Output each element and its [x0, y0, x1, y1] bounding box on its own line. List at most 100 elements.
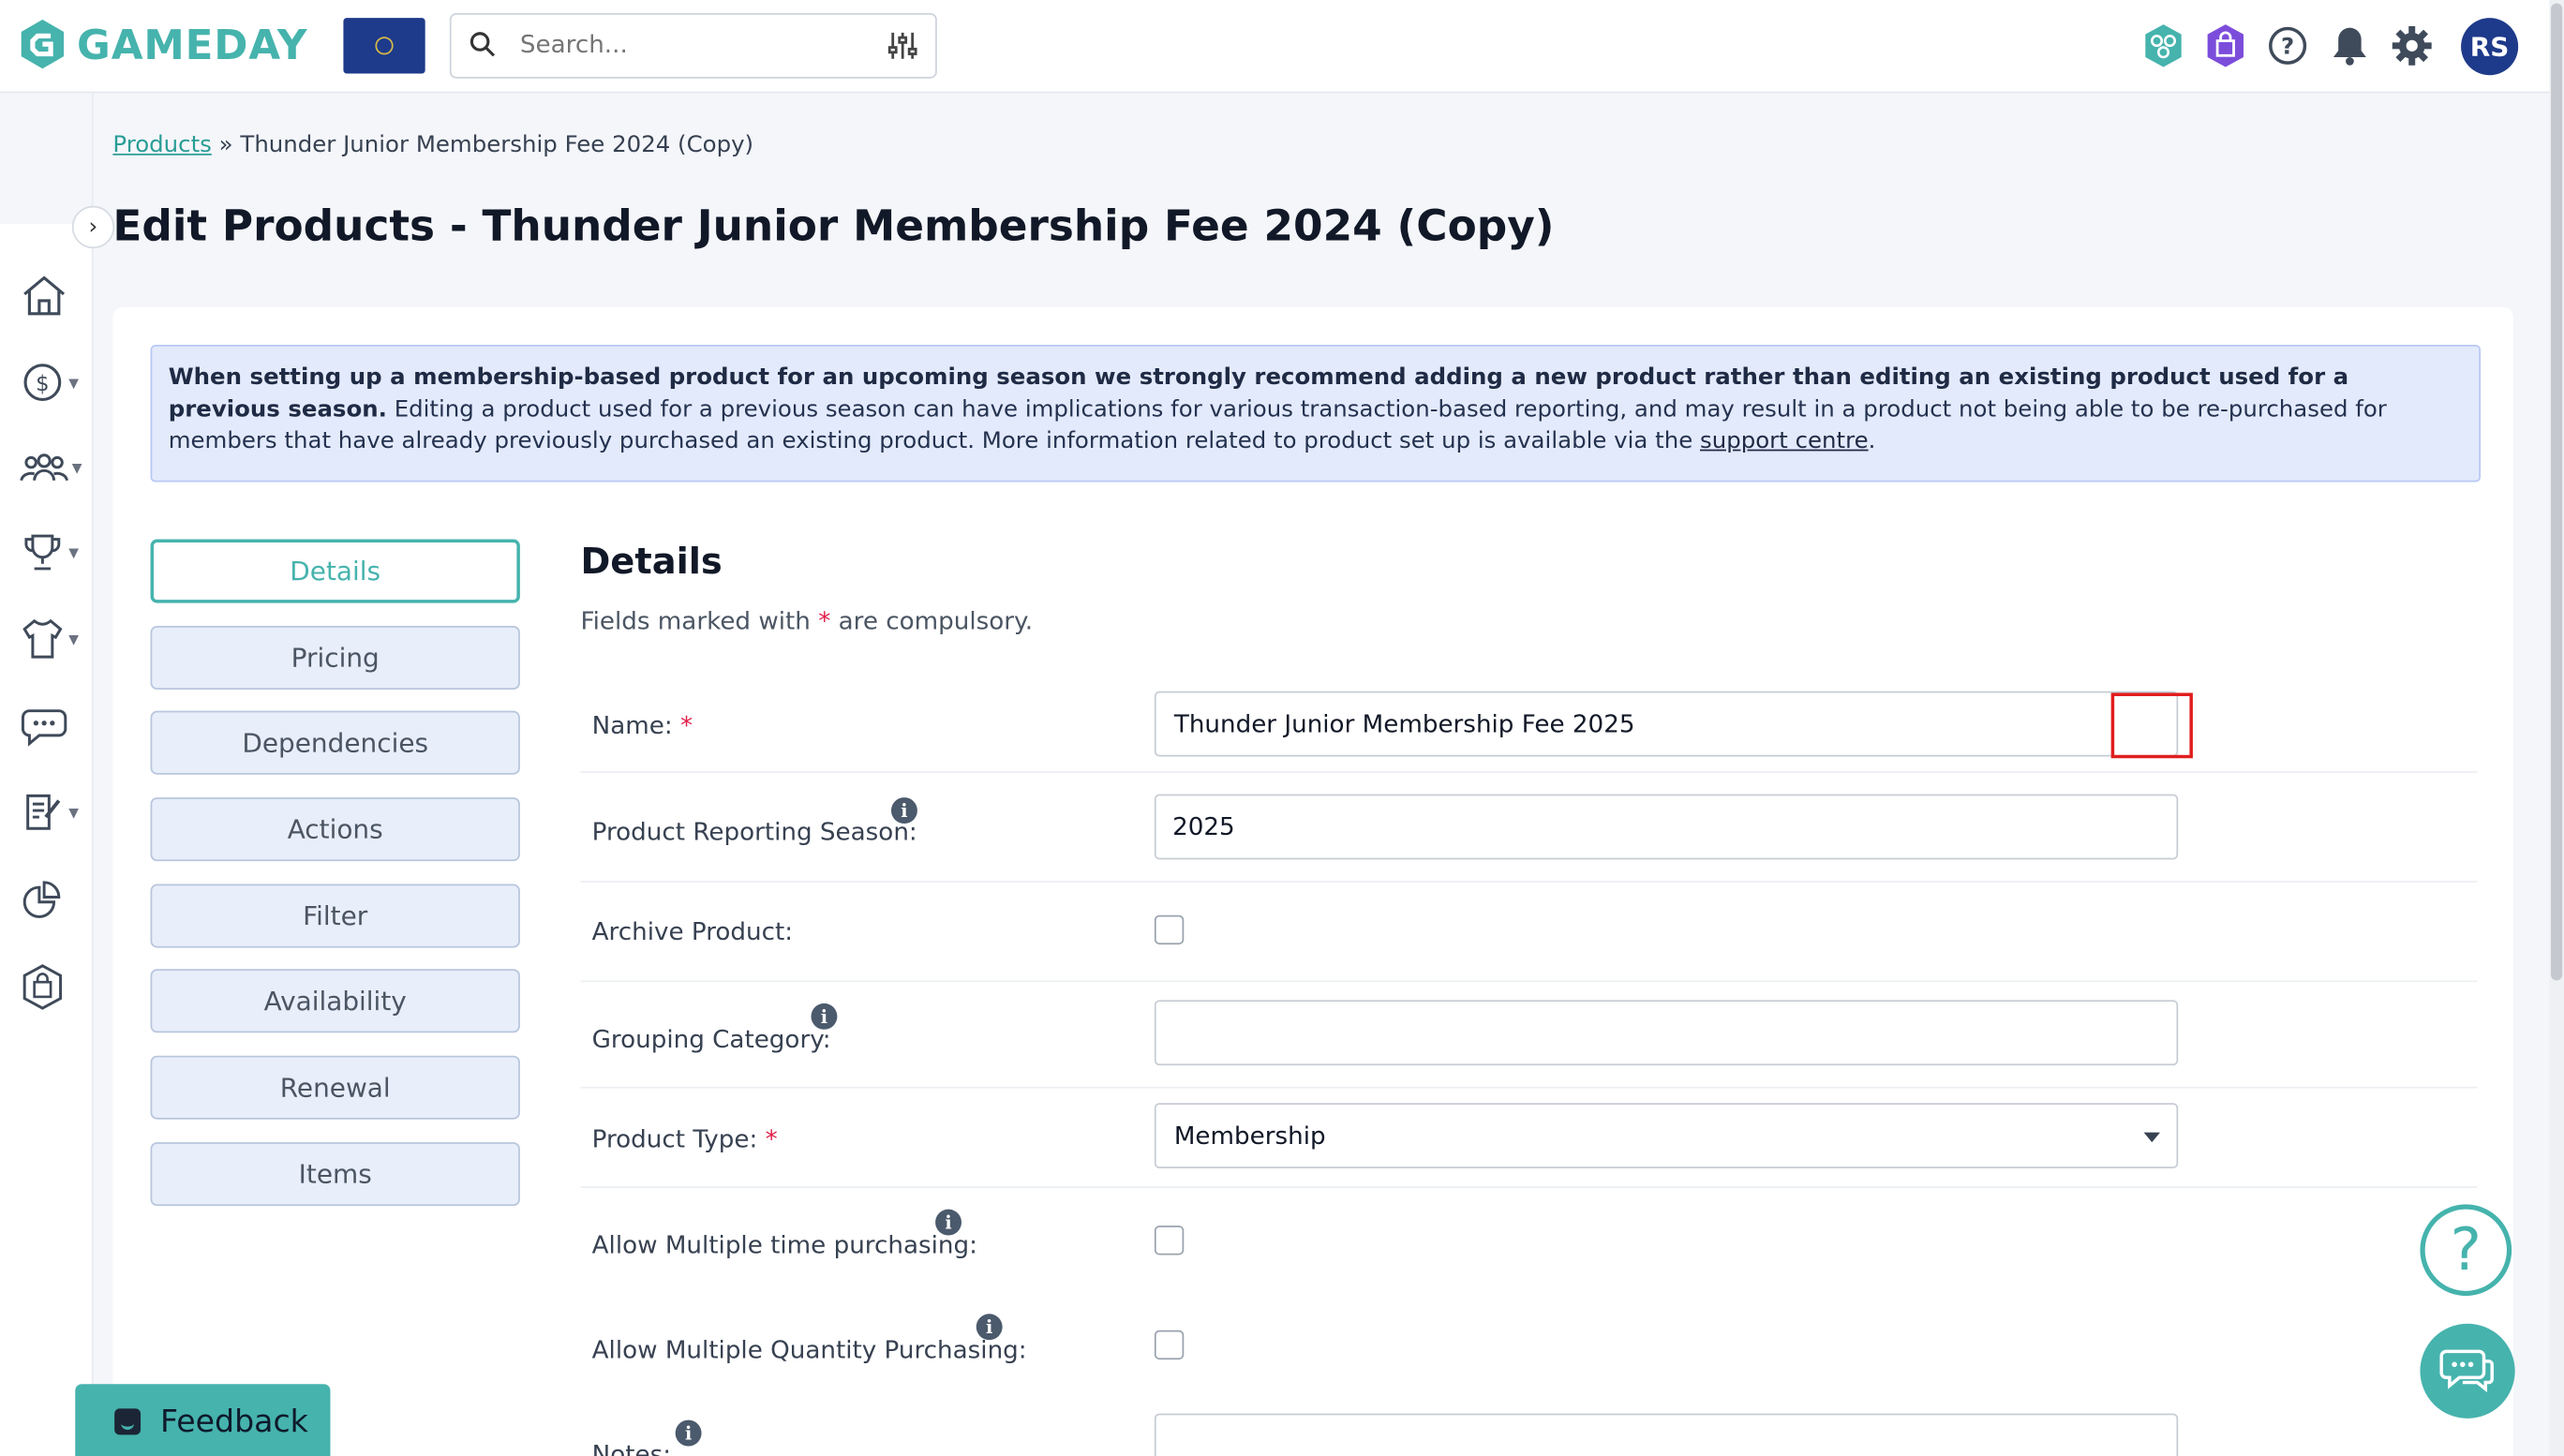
dollar-icon: $ [23, 364, 62, 402]
multi-time-checkbox[interactable] [1154, 1226, 1185, 1255]
header-actions: ? RS [2140, 16, 2519, 75]
shop-bag-icon[interactable] [2202, 16, 2248, 75]
nav-reports[interactable] [20, 876, 85, 925]
chat-icon [2439, 1349, 2494, 1393]
nav-finance[interactable]: $ ▼ [20, 358, 85, 407]
expand-nav-button[interactable]: › [71, 205, 115, 249]
section-title: Details [580, 542, 723, 584]
page-title: Edit Products - Thunder Junior Membershi… [112, 202, 1555, 252]
form-row-grouping: Grouping Category: i [580, 980, 2478, 1089]
user-avatar[interactable]: RS [2461, 17, 2519, 75]
breadcrumb: Products » Thunder Junior Membership Fee… [112, 132, 753, 158]
archive-checkbox[interactable] [1154, 914, 1185, 945]
pie-chart-icon [22, 881, 61, 918]
notes-textarea[interactable] [1154, 1413, 2179, 1456]
tab-items[interactable]: Items [150, 1141, 520, 1206]
compulsory-note-after: are compulsory. [830, 606, 1034, 636]
svg-text:?: ? [2281, 33, 2294, 60]
multi-qty-label: Allow Multiple Quantity Purchasing: [591, 1334, 1027, 1365]
section-tabs: Details Pricing Dependencies Actions Fil… [150, 539, 524, 1228]
notice-end: . [1868, 427, 1876, 454]
nav-members[interactable]: ▼ [20, 443, 85, 492]
form-row-type: Product Type: * Membership [580, 1087, 2478, 1188]
search-icon [470, 32, 496, 57]
nav-home[interactable] [20, 272, 85, 320]
info-icon[interactable]: i [811, 1003, 838, 1030]
logo-text: GAMEDAY [77, 20, 308, 68]
caret-down-icon: ▼ [68, 375, 80, 390]
season-input[interactable]: 2025 [1154, 794, 2179, 860]
tab-renewal[interactable]: Renewal [150, 1055, 520, 1120]
breadcrumb-products-link[interactable]: Products [112, 132, 211, 158]
product-type-select[interactable]: Membership [1154, 1103, 2179, 1169]
required-star: * [765, 1123, 778, 1154]
gameday-logo[interactable]: GAMEDAY [18, 18, 307, 70]
archive-label: Archive Product: [591, 916, 794, 946]
caret-down-icon: ▼ [68, 804, 80, 820]
gear-icon[interactable] [2389, 16, 2435, 75]
form-edit-icon [26, 794, 61, 830]
breadcrumb-current: Thunder Junior Membership Fee 2024 (Copy… [240, 132, 754, 159]
grouping-input[interactable] [1154, 1000, 2179, 1066]
compulsory-note: Fields marked with * are compulsory. [580, 606, 1033, 635]
required-star: * [818, 606, 831, 636]
form-row-notes: Notes: i [580, 1395, 2477, 1456]
caret-down-icon: ▼ [71, 459, 82, 475]
tab-details[interactable]: Details [150, 539, 520, 603]
notes-label: Notes: [591, 1439, 672, 1456]
jersey-icon [22, 618, 63, 659]
feedback-label: Feedback [160, 1404, 308, 1440]
tab-availability[interactable]: Availability [150, 970, 520, 1034]
caret-down-icon [2143, 1132, 2161, 1143]
nav-teams[interactable]: ▼ [20, 615, 85, 663]
tab-filter[interactable]: Filter [150, 884, 520, 948]
smiley-icon [114, 1408, 142, 1435]
info-icon[interactable]: i [935, 1209, 962, 1236]
info-notice: When setting up a membership-based produ… [150, 345, 2482, 483]
tab-dependencies[interactable]: Dependencies [150, 711, 520, 776]
top-bar: GAMEDAY ? [0, 0, 2564, 94]
scrollbar-thumb[interactable] [2551, 3, 2563, 981]
support-centre-link[interactable]: support centre [1700, 428, 1869, 454]
bell-icon[interactable] [2327, 16, 2373, 75]
product-type-value: Membership [1173, 1121, 1326, 1151]
left-nav-spacer [0, 93, 92, 224]
breadcrumb-separator: » [218, 132, 233, 159]
search-input[interactable] [516, 27, 884, 61]
form-row-name: Name: * Thunder Junior Membership Fee 20… [580, 687, 2478, 773]
nav-shop[interactable] [20, 962, 85, 1011]
tab-actions[interactable]: Actions [150, 797, 520, 862]
form-row-multi-qty: Allow Multiple Quantity Purchasing: i [580, 1291, 2477, 1396]
gameday-logo-icon [21, 19, 65, 69]
type-label: Product Type: * [591, 1123, 778, 1154]
chat-widget-button[interactable] [2420, 1323, 2515, 1419]
filter-sliders-icon[interactable] [887, 29, 919, 62]
people-icon [20, 453, 69, 482]
home-icon [23, 275, 66, 316]
organisation-logo[interactable] [343, 18, 425, 74]
compulsory-note-before: Fields marked with [580, 606, 819, 636]
search-box[interactable] [449, 12, 937, 79]
grouping-label: Grouping Category: [591, 1024, 831, 1054]
info-icon[interactable]: i [976, 1314, 1003, 1341]
form-row-multi-time: Allow Multiple time purchasing: i [580, 1186, 2477, 1291]
info-icon[interactable]: i [890, 797, 917, 825]
chevron-right-icon: › [88, 214, 98, 241]
apps-cube-icon[interactable] [2140, 16, 2186, 75]
shop-hexagon-icon [22, 964, 63, 1010]
name-input[interactable]: Thunder Junior Membership Fee 2025 [1154, 691, 2193, 759]
caret-down-icon: ▼ [68, 544, 80, 560]
page-scrollbar[interactable] [2549, 0, 2564, 1456]
nav-competitions[interactable]: ▼ [20, 527, 85, 576]
feedback-button[interactable]: Feedback [75, 1384, 331, 1456]
name-label: Name: * [591, 710, 693, 741]
info-icon[interactable]: i [675, 1419, 702, 1447]
tab-pricing[interactable]: Pricing [150, 625, 520, 690]
highlight-box [2110, 692, 2193, 759]
help-widget-button[interactable]: ? [2420, 1204, 2512, 1297]
multi-qty-checkbox[interactable] [1154, 1330, 1185, 1360]
help-icon[interactable]: ? [2265, 16, 2311, 75]
caret-down-icon: ▼ [68, 631, 80, 646]
nav-communications[interactable] [20, 703, 85, 751]
nav-forms[interactable]: ▼ [20, 788, 85, 837]
